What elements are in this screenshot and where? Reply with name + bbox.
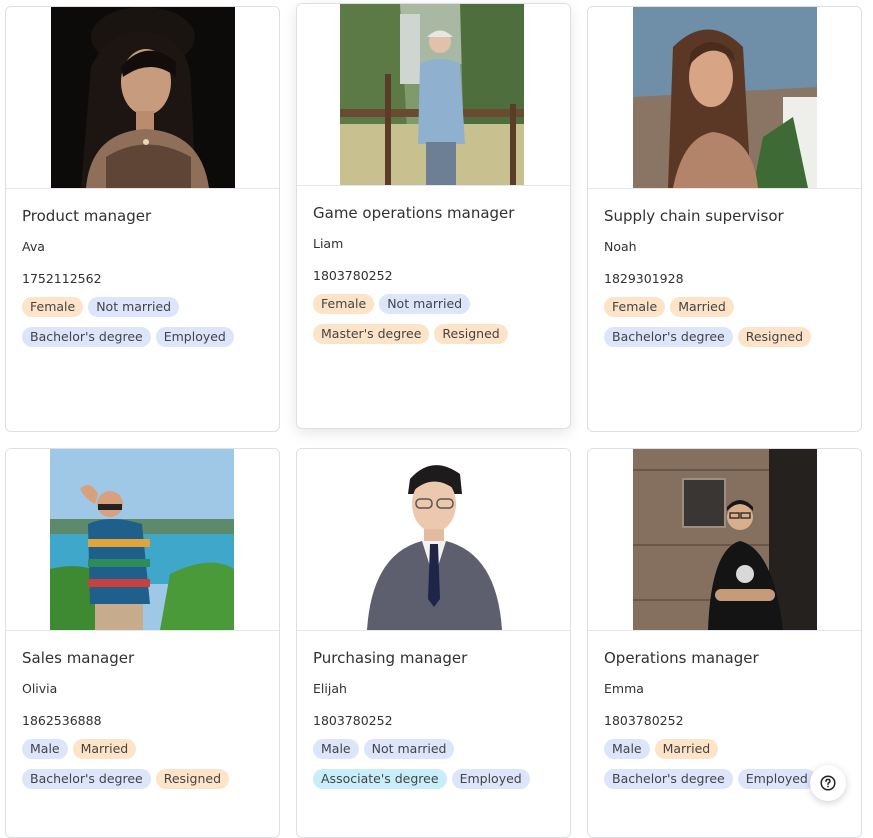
question-circle-icon [820,775,836,791]
employee-phone: 1803780252 [604,713,684,728]
employee-photo [633,449,817,630]
tag-row: Male Married [604,739,845,759]
photo-area [588,7,861,189]
employment-status-tag: Resigned [737,327,812,347]
photo-area [588,449,861,631]
employee-card[interactable]: Sales manager Olivia 1862536888 Male Marr… [5,448,280,838]
tag-row: Associate's degree Employed [313,769,554,789]
employee-name: Elijah [313,681,347,696]
employee-phone: 1803780252 [313,713,393,728]
employee-phone: 1803780252 [313,268,393,283]
marital-status-tag: Married [670,297,734,317]
job-title: Sales manager [22,649,135,667]
education-tag: Bachelor's degree [604,327,733,347]
education-tag: Bachelor's degree [604,769,733,789]
employment-status-tag: Resigned [434,324,508,344]
employee-photo [50,449,234,630]
marital-status-tag: Not married [379,294,471,314]
photo-area [297,4,570,186]
job-title: Game operations manager [313,204,515,222]
tag-row: Male Married [22,739,263,759]
photo-area [6,449,279,631]
employment-status-tag: Resigned [155,769,230,789]
employee-card[interactable]: Purchasing manager Elijah 1803780252 Mal… [296,448,571,838]
gender-tag: Male [22,739,68,759]
employee-name: Emma [604,681,644,696]
employee-photo [342,449,526,630]
tag-row: Master's degree Resigned [313,324,554,344]
employee-photo [51,7,235,188]
education-tag: Master's degree [313,324,430,344]
employee-phone: 1862536888 [22,713,102,728]
employee-name: Noah [604,239,637,254]
employee-card-grid: Product manager Ava 1752112562 Female Not… [0,0,873,838]
employment-status-tag: Employed [155,327,234,347]
gender-tag: Female [313,294,375,314]
job-title: Purchasing manager [313,649,468,667]
employee-card[interactable]: Supply chain supervisor Noah 1829301928 … [587,6,862,432]
tag-row: Bachelor's degree Resigned [604,327,845,347]
tag-row: Male Not married [313,739,554,759]
gender-tag: Female [604,297,666,317]
employment-status-tag: Employed [451,769,530,789]
gender-tag: Male [604,739,650,759]
employee-card[interactable]: Game operations manager Liam 1803780252 … [296,3,571,429]
education-tag: Bachelor's degree [22,769,151,789]
job-title: Product manager [22,207,152,225]
education-tag: Bachelor's degree [22,327,151,347]
employee-card[interactable]: Product manager Ava 1752112562 Female Not… [5,6,280,432]
tag-row: Bachelor's degree Employed [604,769,845,789]
photo-area [6,7,279,189]
gender-tag: Male [313,739,359,759]
employee-name: Ava [22,239,45,254]
tag-row: Female Not married [313,294,554,314]
employee-photo [340,4,524,185]
tag-row: Bachelor's degree Resigned [22,769,263,789]
gender-tag: Female [22,297,84,317]
job-title: Supply chain supervisor [604,207,784,225]
marital-status-tag: Married [72,739,137,759]
marital-status-tag: Married [654,739,719,759]
employee-photo [633,7,817,188]
job-title: Operations manager [604,649,759,667]
employee-phone: 1829301928 [604,271,684,286]
employee-name: Liam [313,236,344,251]
help-button[interactable] [810,765,846,801]
photo-area [297,449,570,631]
marital-status-tag: Not married [363,739,455,759]
tag-row: Female Married [604,297,845,317]
tag-row: Female Not married [22,297,263,317]
employee-phone: 1752112562 [22,271,102,286]
marital-status-tag: Not married [88,297,180,317]
tag-row: Bachelor's degree Employed [22,327,263,347]
education-tag: Associate's degree [313,769,447,789]
employment-status-tag: Employed [737,769,816,789]
employee-name: Olivia [22,681,58,696]
